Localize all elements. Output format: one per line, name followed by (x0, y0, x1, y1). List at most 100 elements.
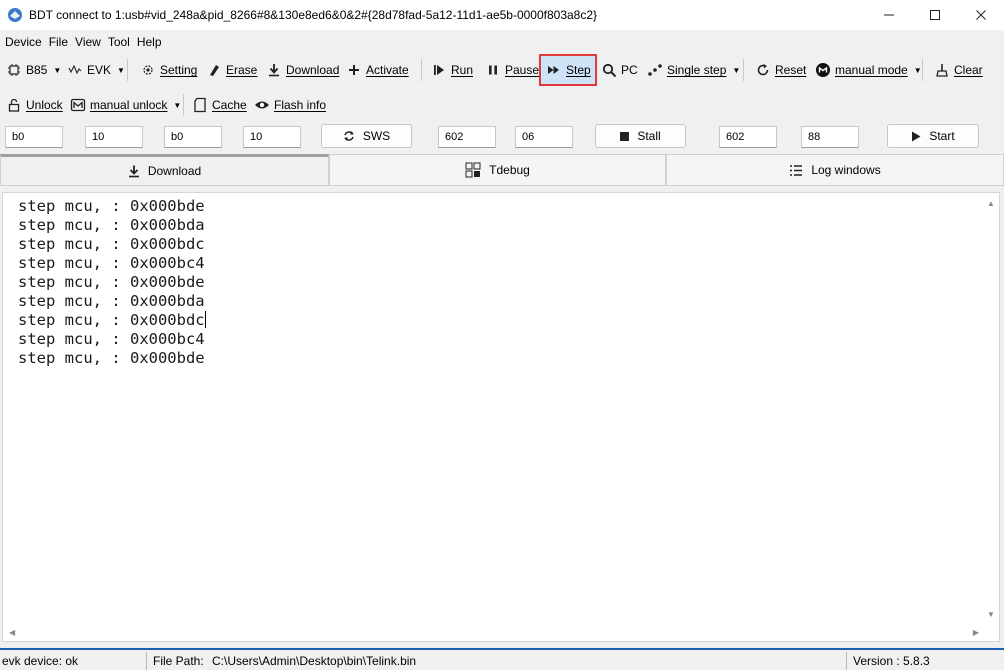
lock-open-icon (6, 97, 22, 113)
refresh-icon (755, 62, 771, 78)
menu-bar: Device File View Tool Help (0, 32, 169, 52)
chevron-down-icon: ▼ (732, 65, 741, 75)
menu-help[interactable]: Help (137, 35, 162, 49)
step-label: Step (566, 63, 591, 77)
chip-label: B85 (26, 63, 48, 77)
pause-label: Pause (505, 63, 540, 77)
maximize-button[interactable] (912, 0, 958, 30)
stall-button[interactable]: Stall (595, 124, 686, 148)
window-title: BDT connect to 1:usb#vid_248a&pid_8266#8… (29, 8, 598, 22)
field-6[interactable]: 06 (515, 126, 573, 148)
log-line: step mcu, : 0x000bc4 (18, 254, 205, 272)
step-button[interactable]: Step (546, 56, 591, 84)
unlock-button[interactable]: Unlock (6, 91, 63, 119)
log-line: step mcu, : 0x000bda (18, 292, 205, 310)
flash-info-button[interactable]: Flash info (254, 91, 326, 119)
chevron-down-icon: ▼ (913, 65, 922, 75)
separator (922, 59, 923, 81)
download-label: Download (286, 63, 340, 77)
footsteps-icon (647, 62, 663, 78)
field-7[interactable]: 602 (719, 126, 777, 148)
eye-icon (254, 97, 270, 113)
pause-icon (485, 62, 501, 78)
download-icon (266, 62, 282, 78)
cache-button[interactable]: Cache (192, 91, 247, 119)
manual-unlock-select[interactable]: manual unlock ▼ (70, 91, 181, 119)
log-line: step mcu, : 0x000bde (18, 349, 205, 367)
setting-label: Setting (160, 63, 198, 77)
menu-file[interactable]: File (49, 35, 68, 49)
maximize-icon (930, 10, 940, 20)
manual-mode-label: manual mode (835, 63, 908, 77)
manual-unlock-label: manual unlock (90, 98, 168, 112)
log-line: step mcu, : 0x000bde (18, 273, 205, 291)
text-cursor (204, 311, 206, 328)
sws-label: SWS (362, 129, 391, 143)
close-button[interactable] (958, 0, 1004, 30)
stop-icon (620, 131, 630, 141)
pause-button[interactable]: Pause (485, 56, 539, 84)
minimize-button[interactable] (866, 0, 912, 30)
play-icon (431, 62, 447, 78)
tab-log-windows[interactable]: Log windows (666, 154, 1004, 186)
activate-button[interactable]: Activate (346, 56, 409, 84)
field-5[interactable]: 602 (438, 126, 496, 148)
file-path-label: File Path: (153, 654, 204, 668)
chip-select[interactable]: B85 ▼ (6, 56, 61, 84)
log-line: step mcu, : 0x000bda (18, 216, 205, 234)
download-button[interactable]: Download (266, 56, 339, 84)
log-line: step mcu, : 0x000bdc (18, 235, 205, 253)
field-8[interactable]: 88 (801, 126, 859, 148)
log-output[interactable]: step mcu, : 0x000bde step mcu, : 0x000bda… (2, 192, 1000, 642)
plus-icon (346, 62, 362, 78)
sync-icon (343, 130, 355, 142)
clear-button[interactable]: Clear (934, 56, 983, 84)
activate-label: Activate (366, 63, 409, 77)
pc-button[interactable]: PC (601, 56, 638, 84)
menu-tool[interactable]: Tool (108, 35, 130, 49)
separator (127, 59, 128, 81)
setting-button[interactable]: Setting (140, 56, 197, 84)
separator (183, 94, 184, 116)
menu-device[interactable]: Device (5, 35, 42, 49)
list-icon (789, 164, 803, 177)
board-select[interactable]: EVK ▼ (67, 56, 125, 84)
separator (743, 59, 744, 81)
title-bar: BDT connect to 1:usb#vid_248a&pid_8266#8… (0, 0, 1004, 30)
chevron-down-icon: ▼ (117, 65, 125, 75)
single-step-label: Single step (667, 63, 727, 77)
vertical-scrollbar[interactable]: ▲ ▼ (983, 193, 999, 625)
version-label: Version : 5.8.3 (853, 654, 930, 668)
field-1[interactable]: b0 (5, 126, 63, 148)
sws-button[interactable]: SWS (321, 124, 412, 148)
flash-info-label: Flash info (274, 98, 327, 112)
single-step-select[interactable]: Single step ▼ (647, 56, 740, 84)
tab-tdebug[interactable]: Tdebug (329, 154, 666, 186)
start-button[interactable]: Start (887, 124, 979, 148)
erase-button[interactable]: Erase (206, 56, 257, 84)
waveform-icon (67, 62, 83, 78)
field-3[interactable]: b0 (164, 126, 222, 148)
sd-card-icon (192, 97, 208, 113)
field-2[interactable]: 10 (85, 126, 143, 148)
scroll-right-icon[interactable]: ▶ (973, 628, 979, 637)
scroll-down-icon[interactable]: ▼ (987, 610, 995, 619)
log-text: step mcu, : 0x000bde step mcu, : 0x000bda… (18, 197, 206, 368)
tab-tdebug-label: Tdebug (489, 163, 530, 177)
scroll-left-icon[interactable]: ◀ (9, 628, 15, 637)
tab-download[interactable]: Download (0, 154, 329, 186)
erase-label: Erase (226, 63, 258, 77)
search-icon (601, 62, 617, 78)
file-path: C:\Users\Admin\Desktop\bin\Telink.bin (212, 654, 417, 668)
scroll-up-icon[interactable]: ▲ (987, 199, 995, 208)
horizontal-scrollbar[interactable]: ◀ ▶ (3, 625, 983, 641)
run-button[interactable]: Run (431, 56, 473, 84)
separator (146, 652, 147, 670)
separator (421, 59, 422, 81)
reset-button[interactable]: Reset (755, 56, 806, 84)
chip-icon (6, 62, 22, 78)
manual-mode-select[interactable]: manual mode ▼ (815, 56, 922, 84)
cache-label: Cache (212, 98, 247, 112)
menu-view[interactable]: View (75, 35, 101, 49)
field-4[interactable]: 10 (243, 126, 301, 148)
